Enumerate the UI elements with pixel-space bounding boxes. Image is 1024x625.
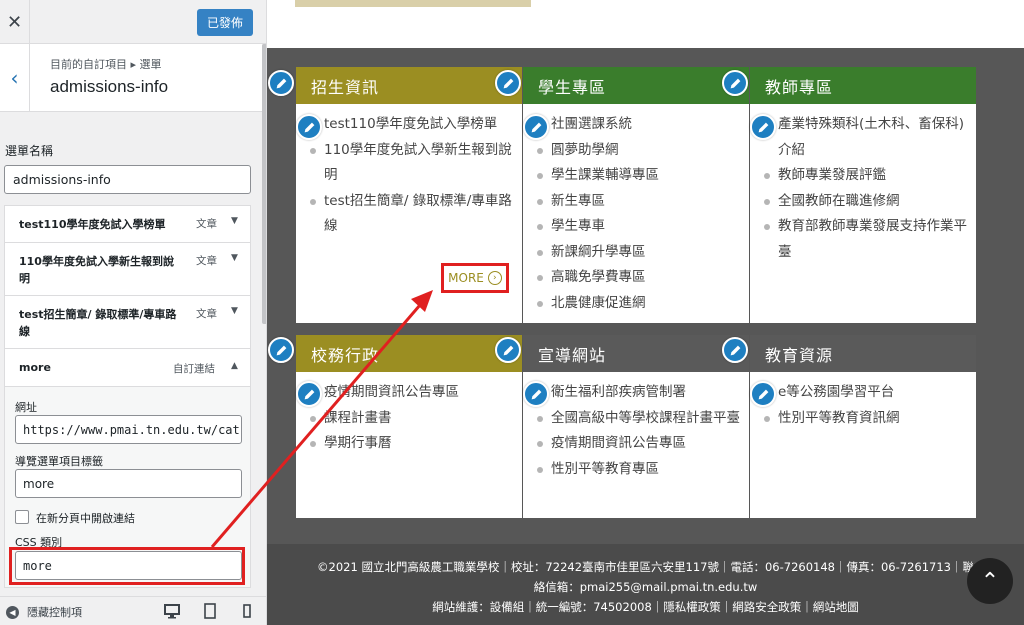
breadcrumb: 目前的自訂項目 ▸ 選單 (50, 58, 162, 71)
menu-item-label: test招生簡章/ 錄取標準/專車路線 (19, 308, 177, 338)
banner-image (295, 0, 531, 7)
list-item[interactable]: 性別平等教育資訊網 (764, 406, 968, 432)
list-item[interactable]: 衛生福利部疾病管制署 (537, 380, 741, 406)
new-tab-label: 在新分頁中開啟連結 (36, 512, 135, 525)
footer-line[interactable]: 網站維護：設備組｜統一編號：74502008｜隱私權政策｜網路安全政策｜網站地圖 (267, 597, 1024, 617)
list-item[interactable]: 課程計畫書 (310, 406, 514, 432)
list-item[interactable]: 高職免學費專區 (537, 265, 741, 291)
list-item[interactable]: 產業特殊類科(土木科、畜保科)介紹 (764, 112, 968, 163)
menu-item-label: test110學年度免試入學榜單 (19, 218, 166, 231)
menu-item[interactable]: test招生簡章/ 錄取標準/專車路線 文章 ▼ (4, 295, 251, 349)
list-item[interactable]: test招生簡章/ 錄取標準/專車路線 (310, 189, 514, 240)
section-students: 學生專區 社團選課系統 圓夢助學網 學生課業輔導專區 新生專區 學生專車 新課綱… (523, 67, 749, 323)
menu-item-type: 文章 (196, 218, 217, 230)
edit-shortcut-icon[interactable] (495, 70, 521, 96)
menu-item-type: 文章 (196, 255, 217, 267)
list-item[interactable]: 新課綱升學專區 (537, 240, 741, 266)
hide-controls-label: 隱藏控制項 (27, 606, 82, 619)
edit-shortcut-icon[interactable] (722, 70, 748, 96)
section-title: 招生資訊 (296, 67, 522, 104)
chevron-down-icon[interactable]: ▼ (231, 253, 238, 263)
list-item[interactable]: 學期行事曆 (310, 431, 514, 457)
chevron-down-icon[interactable]: ▼ (231, 216, 238, 226)
site-top-strip (267, 0, 1024, 48)
list-item[interactable]: 圓夢助學網 (537, 138, 741, 164)
list-item[interactable]: 全國高級中等學校課程計畫平臺 (537, 406, 741, 432)
section-title: admissions-info (50, 77, 169, 96)
edit-shortcut-icon[interactable] (296, 114, 322, 140)
footer-line: ©2021 國立北門高級農工職業學校｜校址：72242臺南市佳里區六安里117號… (317, 560, 974, 574)
hide-controls-button[interactable]: ◀ 隱藏控制項 (6, 604, 82, 620)
chevron-up-icon[interactable]: ▲ (231, 361, 238, 371)
site-footer: ©2021 國立北門高級農工職業學校｜校址：72242臺南市佳里區六安里117號… (267, 544, 1024, 625)
edit-shortcut-icon[interactable] (750, 114, 776, 140)
list-item[interactable]: 社團選課系統 (537, 112, 741, 138)
section-title: 宣導網站 (523, 335, 749, 372)
new-tab-checkbox[interactable] (15, 510, 29, 524)
url-label: 網址 (15, 401, 37, 414)
chevron-right-circle-icon: › (487, 271, 502, 285)
mobile-preview-icon[interactable] (239, 603, 255, 619)
list-item[interactable]: 性別平等教育專區 (537, 457, 741, 483)
menu-item[interactable]: test110學年度免試入學榜單 文章 ▼ (4, 205, 251, 243)
site-preview: 招生資訊 test110學年度免試入學榜單 110學年度免試入學新生報到說明 t… (267, 0, 1024, 625)
close-icon[interactable]: ✕ (0, 0, 30, 44)
list-item[interactable]: 北農健康促進網 (537, 291, 741, 317)
customizer-topbar: ✕ 已發佈 (0, 0, 266, 44)
more-label: MORE (448, 271, 484, 285)
nav-label-label: 導覽選單項目標籤 (15, 455, 103, 468)
edit-shortcut-icon[interactable] (750, 381, 776, 407)
desktop-preview-icon[interactable] (164, 603, 180, 619)
section-header: ‹ 目前的自訂項目 ▸ 選單 admissions-info (0, 44, 262, 112)
collapse-icon: ◀ (6, 605, 19, 619)
back-to-top-icon[interactable]: ⌃ (967, 558, 1013, 604)
section-administration: 校務行政 疫情期間資訊公告專區 課程計畫書 學期行事曆 (296, 335, 522, 518)
list-item[interactable]: 110學年度免試入學新生報到說明 (310, 138, 514, 189)
list-item[interactable]: 疫情期間資訊公告專區 (537, 431, 741, 457)
customizer-footer: ◀ 隱藏控制項 (0, 596, 266, 625)
menu-item-type: 自訂連結 (173, 363, 215, 375)
publish-button[interactable]: 已發佈 (197, 9, 253, 36)
section-promotion-sites: 宣導網站 衛生福利部疾病管制署 全國高級中等學校課程計畫平臺 疫情期間資訊公告專… (523, 335, 749, 518)
menu-item-label: more (19, 361, 51, 374)
list-item[interactable]: 學生課業輔導專區 (537, 163, 741, 189)
list-item[interactable]: 學生專車 (537, 214, 741, 240)
back-chevron-icon[interactable]: ‹ (0, 44, 30, 112)
edit-shortcut-icon[interactable] (268, 70, 294, 96)
list-item[interactable]: e等公務園學習平台 (764, 380, 968, 406)
list-item[interactable]: 新生專區 (537, 189, 741, 215)
edit-shortcut-icon[interactable] (523, 114, 549, 140)
section-title: 校務行政 (296, 335, 522, 372)
menu-item-more-header[interactable]: more 自訂連結 ▲ (5, 349, 250, 387)
footer-line: 絡信箱：pmai255@mail.pmai.tn.edu.tw (533, 580, 758, 594)
list-item[interactable]: 疫情期間資訊公告專區 (310, 380, 514, 406)
more-link[interactable]: MORE › (441, 263, 509, 293)
section-teachers: 教師專區 產業特殊類科(土木科、畜保科)介紹 教師專業發展評鑑 全國教師在職進修… (750, 67, 976, 323)
annotation-highlight-box (9, 547, 245, 585)
nav-label-field[interactable]: more (15, 469, 242, 498)
edit-shortcut-icon[interactable] (523, 381, 549, 407)
menu-item-label: 110學年度免試入學新生報到說明 (19, 255, 174, 285)
menu-name-input[interactable]: admissions-info (4, 165, 251, 194)
menu-name-label: 選單名稱 (5, 144, 54, 158)
tablet-preview-icon[interactable] (202, 603, 218, 619)
chevron-down-icon[interactable]: ▼ (231, 306, 238, 316)
menu-item[interactable]: 110學年度免試入學新生報到說明 文章 ▼ (4, 242, 251, 296)
edit-shortcut-icon[interactable] (268, 337, 294, 363)
customizer-panel: ✕ 已發佈 ‹ 目前的自訂項目 ▸ 選單 admissions-info 選單名… (0, 0, 267, 625)
edit-shortcut-icon[interactable] (722, 337, 748, 363)
section-title: 學生專區 (523, 67, 749, 104)
section-title: 教師專區 (750, 67, 976, 104)
menu-item-type: 文章 (196, 308, 217, 320)
url-field[interactable]: https://www.pmai.tn.edu.tw/cat (15, 415, 242, 444)
section-title: 教育資源 (750, 335, 976, 372)
edit-shortcut-icon[interactable] (296, 381, 322, 407)
list-item[interactable]: 教育部教師專業發展支持作業平臺 (764, 214, 968, 265)
list-item[interactable]: test110學年度免試入學榜單 (310, 112, 514, 138)
list-item[interactable]: 全國教師在職進修網 (764, 189, 968, 215)
edit-shortcut-icon[interactable] (495, 337, 521, 363)
list-item[interactable]: 教師專業發展評鑑 (764, 163, 968, 189)
section-edu-resources: 教育資源 e等公務園學習平台 性別平等教育資訊網 (750, 335, 976, 518)
